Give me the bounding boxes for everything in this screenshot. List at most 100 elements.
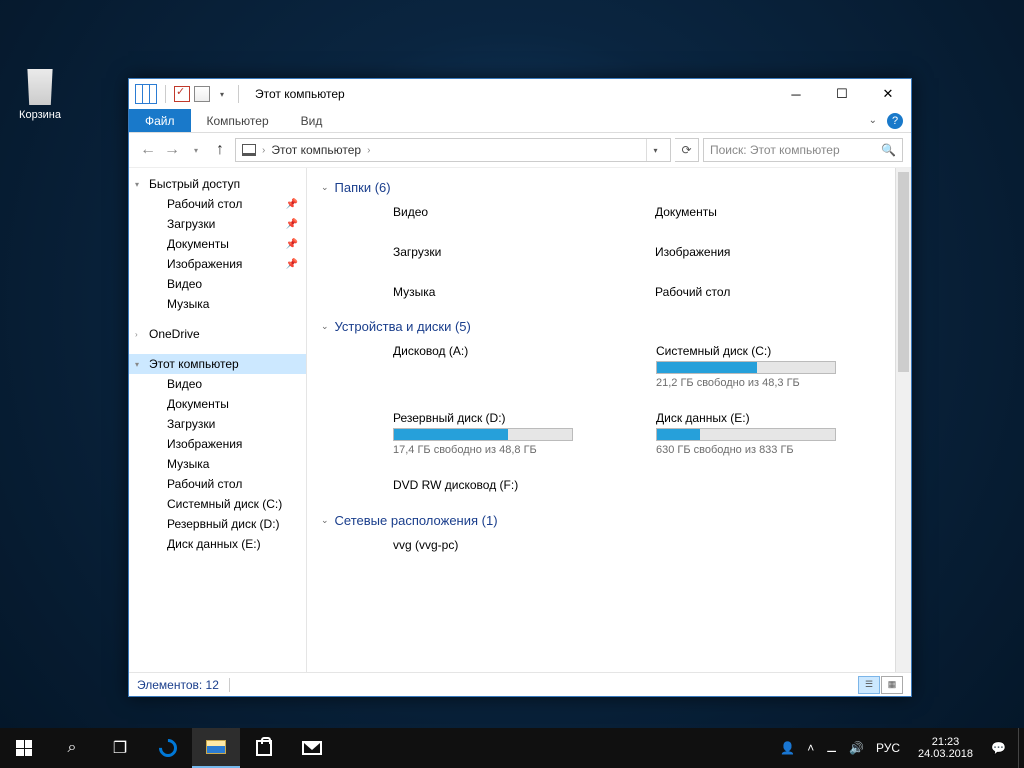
sidebar-item[interactable]: Диск данных (E:): [129, 534, 306, 554]
network-icon[interactable]: ⚊: [826, 741, 837, 755]
pin-icon: 📌: [286, 199, 298, 210]
refresh-button[interactable]: ⟳: [675, 138, 699, 162]
drive-item[interactable]: Диск данных (E:)630 ГБ свободно из 833 Г…: [656, 411, 897, 456]
tab-computer[interactable]: Компьютер: [191, 109, 285, 132]
sidebar: ▾ Быстрый доступ Рабочий стол📌Загрузки📌Д…: [129, 168, 307, 672]
start-button[interactable]: [0, 728, 48, 768]
pin-icon: 📌: [286, 259, 298, 270]
drive-usage-bar: [656, 428, 836, 441]
ribbon: Файл Компьютер Вид ⌄ ?: [129, 109, 911, 133]
volume-icon[interactable]: 🔊: [849, 741, 864, 755]
minimize-button[interactable]: ─: [773, 79, 819, 109]
nav-up-icon[interactable]: ↑: [209, 139, 231, 161]
mail-button[interactable]: [288, 728, 336, 768]
view-details-icon[interactable]: ☰: [858, 676, 880, 694]
maximize-button[interactable]: ☐: [819, 79, 865, 109]
scrollbar[interactable]: [895, 168, 911, 672]
help-icon[interactable]: ?: [887, 113, 903, 129]
taskbar: ⌕ ❐ 👤 ˄ ⚊ 🔊 РУС 21:23 24.03.2018 💬: [0, 728, 1024, 768]
action-center-icon[interactable]: 💬: [991, 741, 1006, 755]
pin-icon: 📌: [286, 239, 298, 250]
view-tiles-icon[interactable]: ▦: [881, 676, 903, 694]
section-network[interactable]: ⌄ Сетевые расположения (1): [321, 513, 897, 528]
statusbar: Элементов: 12 ☰ ▦: [129, 672, 911, 696]
close-button[interactable]: ✕: [865, 79, 911, 109]
chevron-right-icon: ›: [365, 145, 372, 156]
sidebar-item[interactable]: Изображения📌: [129, 254, 306, 274]
network-item[interactable]: vvg (vvg-pc): [393, 538, 897, 552]
sidebar-item[interactable]: Загрузки: [129, 414, 306, 434]
sidebar-this-pc[interactable]: ▾ Этот компьютер: [129, 354, 306, 374]
item-count: Элементов: 12: [137, 678, 219, 692]
drive-item[interactable]: DVD RW дисковод (F:): [393, 478, 634, 495]
navbar: ← → ▾ ↑ › Этот компьютер › ▾ ⟳ Поиск: Эт…: [129, 133, 911, 167]
clock[interactable]: 21:23 24.03.2018: [912, 736, 979, 760]
properties-icon[interactable]: [174, 86, 190, 102]
quick-access-toolbar: ▾: [129, 84, 249, 104]
section-folders[interactable]: ⌄ Папки (6): [321, 180, 897, 195]
drive-item[interactable]: Системный диск (C:)21,2 ГБ свободно из 4…: [656, 344, 897, 389]
chevron-down-icon: ⌄: [321, 321, 329, 332]
folder-item[interactable]: Изображения: [655, 245, 897, 259]
explorer-window: ▾ Этот компьютер ─ ☐ ✕ Файл Компьютер Ви…: [128, 78, 912, 697]
sidebar-onedrive[interactable]: › OneDrive: [129, 324, 306, 344]
view-toggle: ☰ ▦: [858, 676, 903, 694]
recycle-bin[interactable]: Корзина: [10, 65, 70, 121]
nav-forward-icon[interactable]: →: [161, 139, 183, 161]
chevron-down-icon: ⌄: [321, 515, 329, 526]
pc-icon: [242, 144, 256, 156]
address-bar[interactable]: › Этот компьютер › ▾: [235, 138, 671, 162]
show-desktop-button[interactable]: [1018, 728, 1024, 768]
language-indicator[interactable]: РУС: [876, 741, 900, 755]
explorer-body: ▾ Быстрый доступ Рабочий стол📌Загрузки📌Д…: [129, 167, 911, 672]
ribbon-collapse-icon[interactable]: ⌄: [869, 115, 877, 126]
content-pane: ⌄ Папки (6) Видео Документы Загрузки Изобра…: [307, 168, 911, 672]
chevron-right-icon: ›: [260, 145, 267, 156]
new-folder-icon[interactable]: [194, 86, 210, 102]
breadcrumb[interactable]: Этот компьютер: [271, 143, 361, 157]
nav-back-icon[interactable]: ←: [137, 139, 159, 161]
search-placeholder: Поиск: Этот компьютер: [710, 143, 840, 157]
trash-icon: [22, 65, 58, 105]
store-button[interactable]: [240, 728, 288, 768]
folder-item[interactable]: Видео: [393, 205, 635, 219]
search-button[interactable]: ⌕: [48, 728, 96, 768]
sidebar-item[interactable]: Резервный диск (D:): [129, 514, 306, 534]
window-controls: ─ ☐ ✕: [773, 79, 911, 109]
section-drives[interactable]: ⌄ Устройства и диски (5): [321, 319, 897, 334]
tab-view[interactable]: Вид: [285, 109, 339, 132]
sidebar-quick-access[interactable]: ▾ Быстрый доступ: [129, 174, 306, 194]
sidebar-item[interactable]: Рабочий стол: [129, 474, 306, 494]
drive-item[interactable]: Резервный диск (D:)17,4 ГБ свободно из 4…: [393, 411, 634, 456]
sidebar-item[interactable]: Музыка: [129, 294, 306, 314]
address-dropdown-icon[interactable]: ▾: [646, 139, 664, 161]
qat-dropdown-icon[interactable]: ▾: [214, 86, 230, 102]
sidebar-item[interactable]: Документы: [129, 394, 306, 414]
search-input[interactable]: Поиск: Этот компьютер 🔍: [703, 138, 903, 162]
sidebar-item[interactable]: Рабочий стол📌: [129, 194, 306, 214]
tray-overflow-icon[interactable]: ˄: [807, 741, 814, 755]
nav-recent-icon[interactable]: ▾: [185, 139, 207, 161]
app-icon: [135, 84, 157, 104]
folder-item[interactable]: Рабочий стол: [655, 285, 897, 299]
folder-item[interactable]: Документы: [655, 205, 897, 219]
sidebar-item[interactable]: Видео: [129, 274, 306, 294]
people-icon[interactable]: 👤: [780, 741, 795, 755]
folder-item[interactable]: Музыка: [393, 285, 635, 299]
sidebar-item[interactable]: Загрузки📌: [129, 214, 306, 234]
chevron-down-icon: ⌄: [321, 182, 329, 193]
drive-item[interactable]: Дисковод (A:): [393, 344, 634, 389]
edge-button[interactable]: [144, 728, 192, 768]
sidebar-item[interactable]: Музыка: [129, 454, 306, 474]
tab-file[interactable]: Файл: [129, 109, 191, 132]
sidebar-item[interactable]: Документы📌: [129, 234, 306, 254]
sidebar-item[interactable]: Изображения: [129, 434, 306, 454]
recycle-bin-label: Корзина: [10, 109, 70, 121]
sidebar-item[interactable]: Системный диск (C:): [129, 494, 306, 514]
sidebar-item[interactable]: Видео: [129, 374, 306, 394]
task-view-button[interactable]: ❐: [96, 728, 144, 768]
explorer-button[interactable]: [192, 728, 240, 768]
pin-icon: 📌: [286, 219, 298, 230]
search-icon: 🔍: [881, 143, 896, 157]
folder-item[interactable]: Загрузки: [393, 245, 635, 259]
